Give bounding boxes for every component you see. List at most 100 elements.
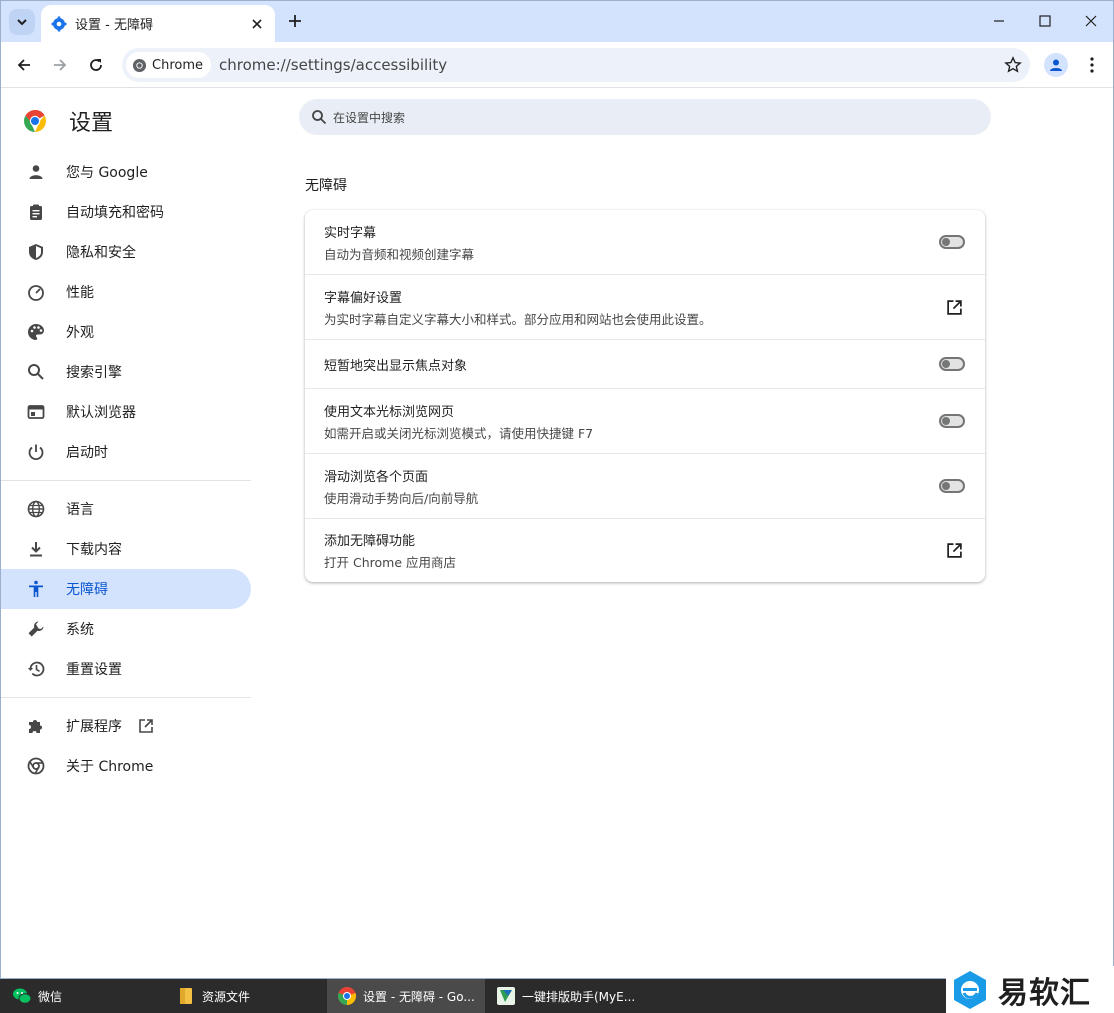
wechat-icon	[13, 988, 32, 1004]
external-link-icon[interactable]	[943, 540, 965, 562]
menu-button[interactable]	[1082, 54, 1102, 76]
page-title: 设置	[69, 111, 114, 136]
close-icon	[1085, 15, 1097, 27]
accessibility-card: 实时字幕 自动为音频和视频创建字幕 字幕偏好设置 为实时字幕自定义字幕大小和样式…	[305, 210, 985, 582]
new-tab-button[interactable]	[285, 11, 305, 31]
sidebar-item-performance[interactable]: 性能	[1, 272, 251, 312]
sidebar-item-label: 启动时	[66, 445, 108, 461]
bookmark-star-button[interactable]	[996, 48, 1030, 82]
sidebar-item-about-chrome[interactable]: 关于 Chrome	[1, 746, 251, 786]
sidebar-item-label: 下载内容	[66, 542, 122, 558]
minimize-button[interactable]	[989, 11, 1009, 31]
setting-add-accessibility-features[interactable]: 添加无障碍功能 打开 Chrome 应用商店	[305, 518, 985, 582]
sidebar-item-label: 无障碍	[66, 582, 108, 598]
globe-icon	[25, 498, 47, 520]
back-button[interactable]	[13, 54, 35, 76]
wrench-icon	[25, 618, 47, 640]
search-input[interactable]: 在设置中搜索	[333, 109, 405, 126]
site-chip-label: Chrome	[152, 57, 203, 73]
sidebar-item-accessibility[interactable]: 无障碍	[1, 569, 251, 609]
tab-settings[interactable]: 设置 - 无障碍	[41, 5, 275, 42]
power-icon	[25, 441, 47, 463]
tab-search-button[interactable]	[9, 9, 35, 35]
focus-highlight-toggle[interactable]	[939, 357, 965, 371]
chrome-icon	[337, 987, 357, 1005]
taskbar-item-chrome[interactable]: 设置 - 无障碍 - Go...	[327, 979, 485, 1013]
sidebar-item-label: 系统	[66, 622, 94, 638]
app-icon	[497, 987, 515, 1005]
setting-label: 实时字幕	[324, 225, 377, 241]
sidebar-item-label: 关于 Chrome	[66, 759, 154, 775]
kebab-icon	[1090, 57, 1094, 73]
palette-icon	[25, 321, 47, 343]
sidebar-item-downloads[interactable]: 下载内容	[1, 529, 251, 569]
sidebar-item-label: 默认浏览器	[66, 405, 136, 421]
settings-menu: 您与 Google 自动填充和密码 隐私和安全 性能 外观 搜索引擎 默认浏览器…	[1, 152, 251, 786]
site-chip[interactable]: Chrome	[126, 52, 211, 78]
puzzle-icon	[25, 715, 47, 737]
sidebar-item-system[interactable]: 系统	[1, 609, 251, 649]
reload-icon	[90, 59, 102, 71]
taskbar-item-wechat[interactable]: 微信	[12, 979, 162, 1013]
chrome-icon	[25, 755, 47, 777]
taskbar-item-myeditor[interactable]: 一键排版助手(MyE...	[496, 979, 656, 1013]
sidebar: 设置 您与 Google 自动填充和密码 隐私和安全 性能 外观 搜索引擎 默认…	[1, 89, 271, 979]
download-icon	[25, 538, 47, 560]
sidebar-item-extensions[interactable]: 扩展程序	[1, 706, 251, 746]
setting-caret-browsing[interactable]: 使用文本光标浏览网页 如需开启或关闭光标浏览模式，请使用快捷键 F7	[305, 388, 985, 453]
sidebar-item-search-engine[interactable]: 搜索引擎	[1, 352, 251, 392]
divider	[1, 697, 251, 698]
swipe-navigation-toggle[interactable]	[939, 479, 965, 493]
sidebar-item-reset[interactable]: 重置设置	[1, 649, 251, 689]
sidebar-item-languages[interactable]: 语言	[1, 489, 251, 529]
speedometer-icon	[25, 281, 47, 303]
taskbar-label: 设置 - 无障碍 - Go...	[363, 989, 475, 1004]
sidebar-item-autofill[interactable]: 自动填充和密码	[1, 192, 251, 232]
setting-description: 打开 Chrome 应用商店	[324, 555, 456, 570]
caret-browsing-toggle[interactable]	[939, 414, 965, 428]
setting-label: 滑动浏览各个页面	[324, 469, 429, 485]
forward-button[interactable]	[49, 54, 71, 76]
settings-search[interactable]: 在设置中搜索	[299, 99, 991, 135]
chrome-icon	[132, 58, 147, 72]
settings-brand: 设置	[23, 105, 113, 137]
setting-swipe-navigation[interactable]: 滑动浏览各个页面 使用滑动手势向后/向前导航	[305, 453, 985, 518]
url-text[interactable]: chrome://settings/accessibility	[219, 56, 996, 74]
setting-focus-highlight[interactable]: 短暂地突出显示焦点对象	[305, 339, 985, 388]
arrow-right-icon	[54, 59, 67, 71]
history-icon	[25, 658, 47, 680]
profile-button[interactable]	[1044, 53, 1068, 77]
close-tab-icon[interactable]	[249, 16, 265, 32]
taskbar-item-folder[interactable]: 资源文件	[176, 979, 316, 1013]
setting-caption-preferences[interactable]: 字幕偏好设置 为实时字幕自定义字幕大小和样式。部分应用和网站也会使用此设置。	[305, 274, 985, 339]
taskbar-label: 一键排版助手(MyE...	[522, 989, 636, 1004]
sidebar-item-appearance[interactable]: 外观	[1, 312, 251, 352]
close-window-button[interactable]	[1081, 11, 1101, 31]
sidebar-item-on-startup[interactable]: 启动时	[1, 432, 251, 472]
setting-label: 短暂地突出显示焦点对象	[324, 358, 468, 374]
minimize-icon	[994, 20, 1004, 22]
reload-button[interactable]	[85, 54, 107, 76]
setting-label: 添加无障碍功能	[324, 534, 416, 549]
tab-title: 设置 - 无障碍	[75, 18, 153, 33]
external-link-icon[interactable]	[943, 296, 965, 318]
sidebar-item-default-browser[interactable]: 默认浏览器	[1, 392, 251, 432]
sidebar-item-label: 自动填充和密码	[66, 205, 164, 221]
maximize-button[interactable]	[1035, 11, 1055, 31]
omnibox[interactable]: Chrome chrome://settings/accessibility	[122, 48, 1030, 82]
live-caption-toggle[interactable]	[939, 235, 965, 249]
gear-icon	[51, 16, 67, 31]
chrome-logo-icon	[24, 110, 46, 132]
clipboard-icon	[25, 201, 47, 223]
setting-description: 自动为音频和视频创建字幕	[324, 246, 475, 262]
browser-window: 设置 - 无障碍 Chrome chrome://settings/access…	[0, 0, 1114, 979]
sidebar-item-privacy[interactable]: 隐私和安全	[1, 232, 251, 272]
chevron-down-icon	[17, 19, 27, 26]
sidebar-item-you-and-google[interactable]: 您与 Google	[1, 152, 251, 192]
plus-icon	[289, 15, 301, 27]
taskbar-label: 资源文件	[202, 989, 251, 1004]
taskbar-label: 微信	[38, 989, 63, 1004]
setting-live-caption[interactable]: 实时字幕 自动为音频和视频创建字幕	[305, 210, 985, 274]
setting-description: 使用滑动手势向后/向前导航	[324, 490, 479, 506]
setting-label: 使用文本光标浏览网页	[324, 404, 455, 420]
